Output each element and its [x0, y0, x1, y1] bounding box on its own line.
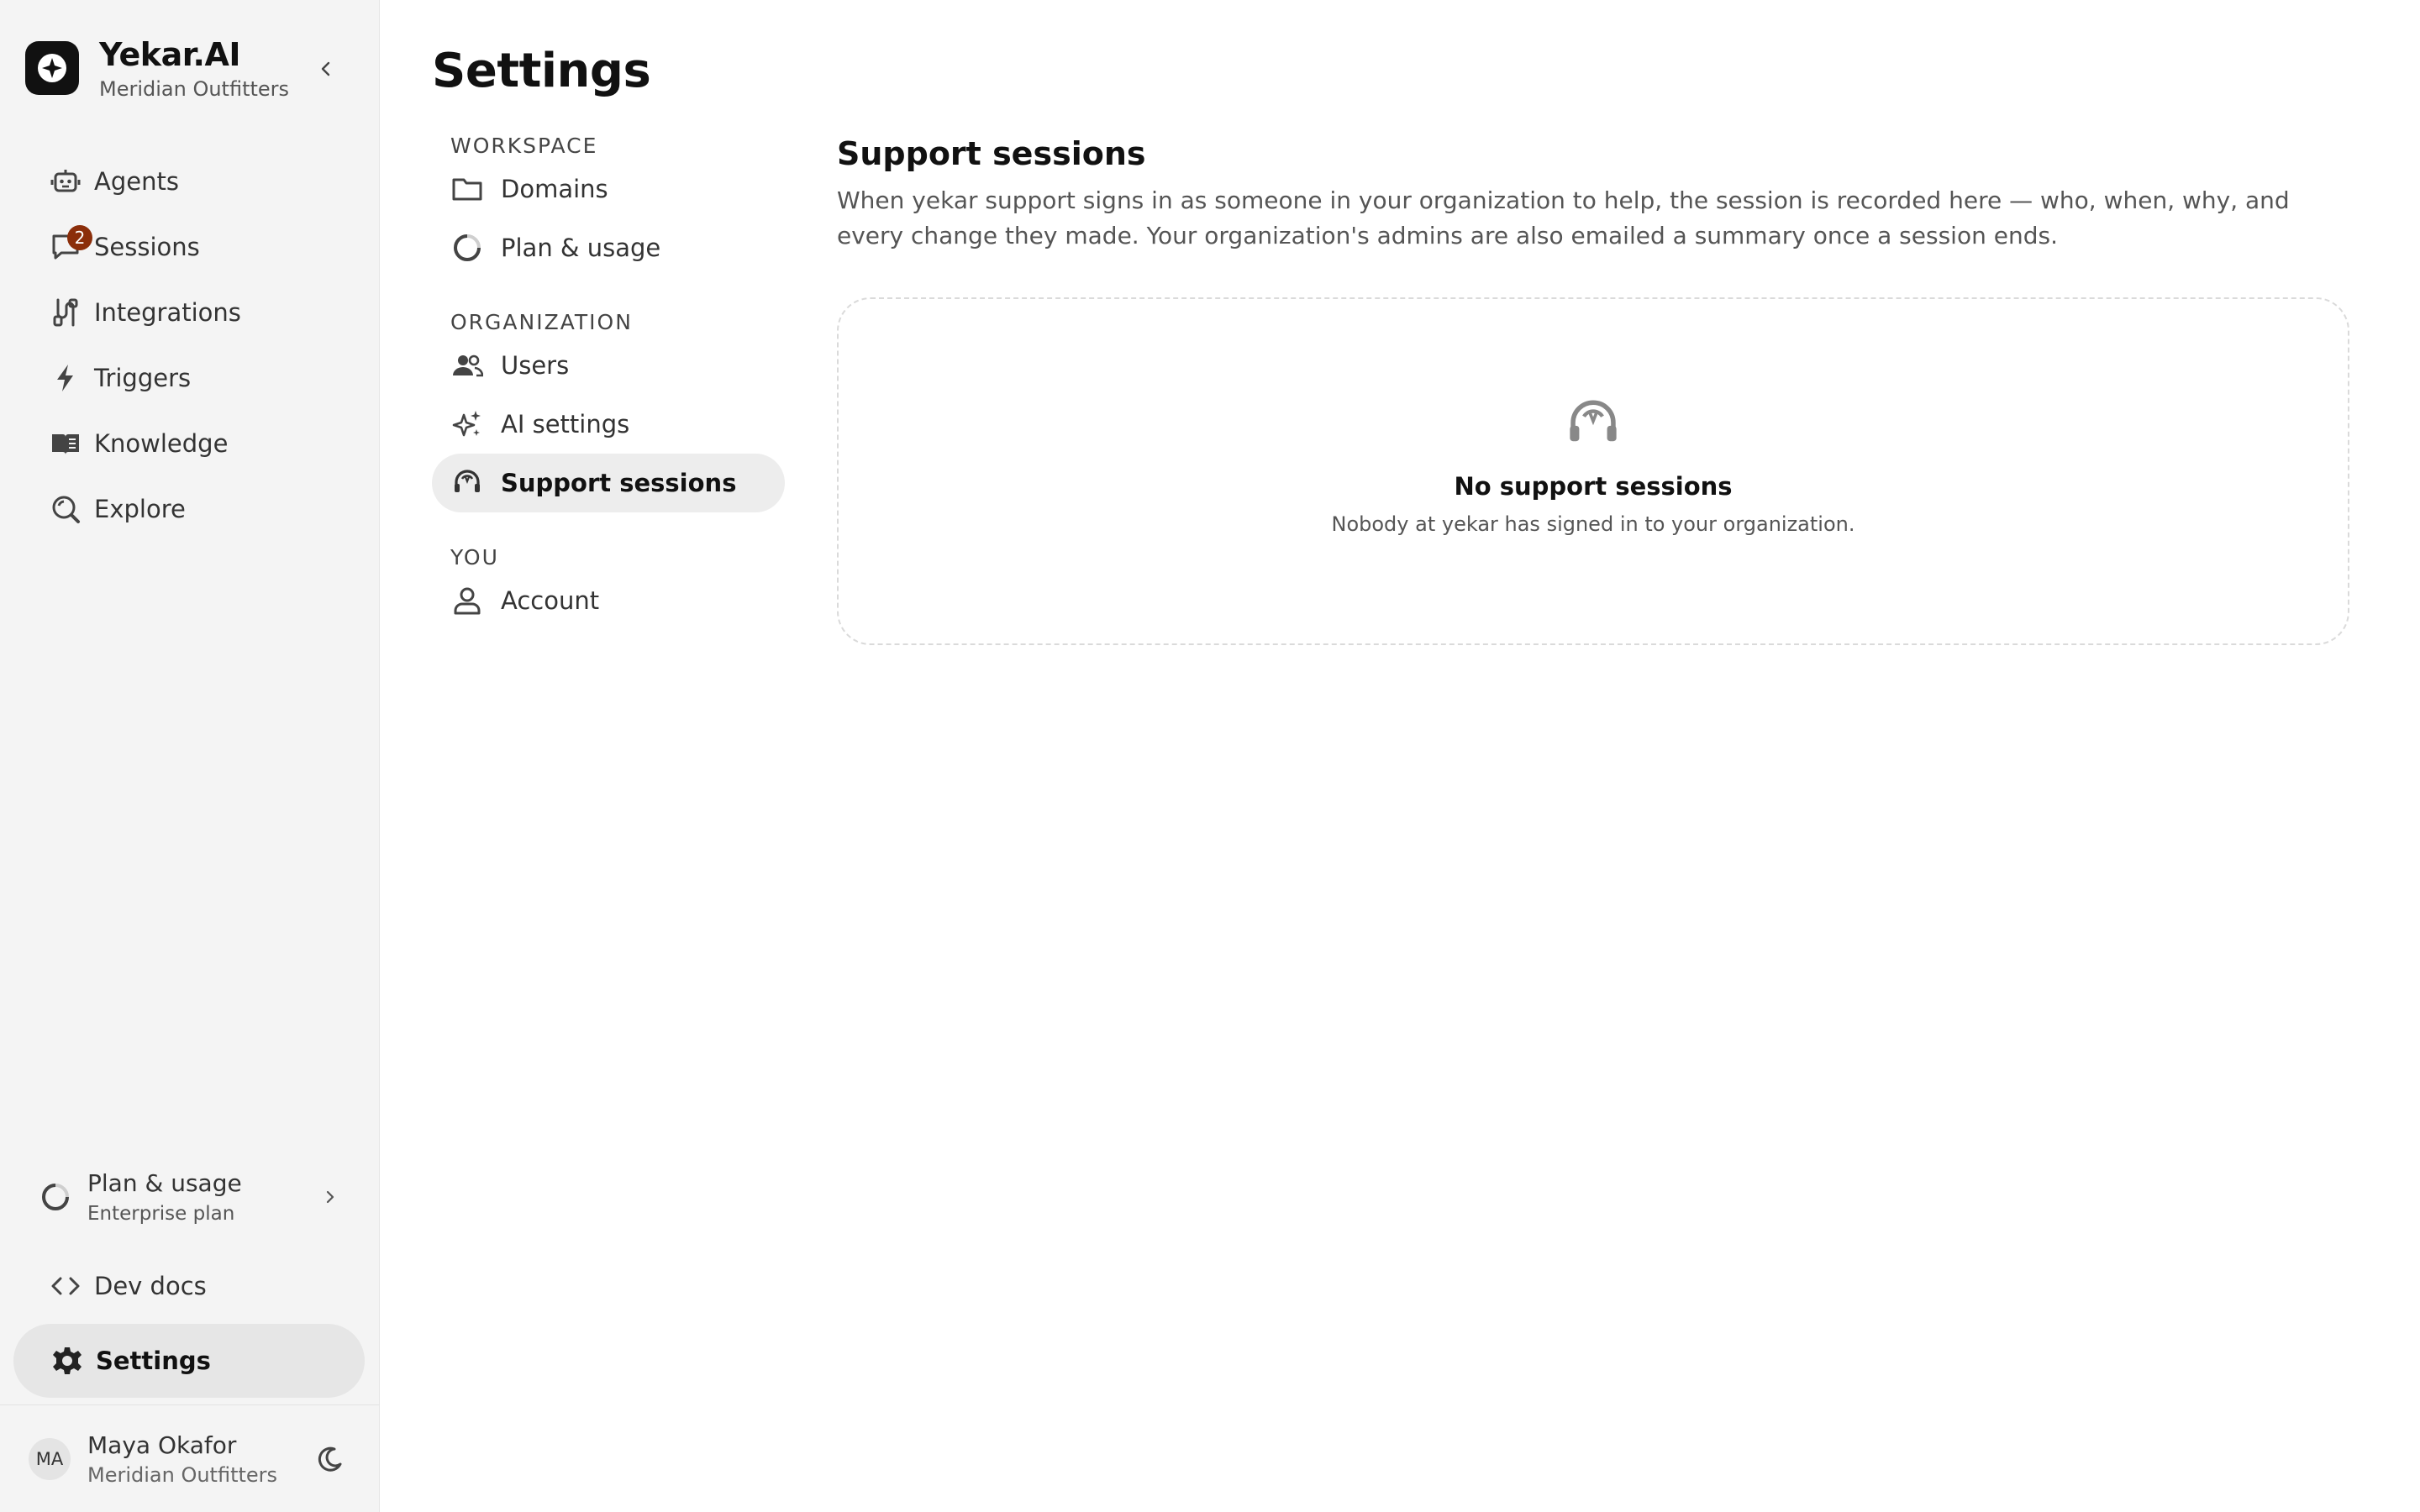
theme-toggle-button[interactable]: [313, 1442, 346, 1476]
plan-title: Plan & usage: [87, 1169, 242, 1197]
sidebar-item-dev-docs[interactable]: Dev docs: [25, 1253, 361, 1319]
section-label-workspace: WORKSPACE: [450, 134, 598, 158]
usage-ring-icon: [450, 231, 484, 265]
avatar: MA: [29, 1437, 71, 1480]
user-profile[interactable]: MA Maya Okafor Meridian Outfitters: [0, 1404, 380, 1512]
usage-ring-icon: [39, 1180, 72, 1214]
person-icon: [450, 584, 484, 617]
sidebar-item-sessions[interactable]: 2 Sessions: [25, 214, 361, 280]
settings-item-ai-settings[interactable]: AI settings: [432, 395, 785, 454]
sparkle-icon: [450, 407, 484, 441]
page-title: Settings: [432, 44, 651, 98]
sidebar-item-label: Dev docs: [94, 1272, 207, 1300]
bolt-icon: [49, 361, 82, 395]
sidebar-item-triggers[interactable]: Triggers: [25, 345, 361, 411]
user-org: Meridian Outfitters: [87, 1462, 278, 1487]
settings-nav: WORKSPACE Domains Plan & usage ORGANIZAT…: [432, 133, 785, 630]
settings-item-domains[interactable]: Domains: [432, 160, 785, 218]
settings-item-label: AI settings: [501, 410, 630, 438]
app-sidebar: Yekar.AI Meridian Outfitters Agents 2 Se…: [0, 0, 380, 1512]
sidebar-item-knowledge[interactable]: Knowledge: [25, 411, 361, 476]
sidebar-item-label: Settings: [96, 1347, 211, 1375]
chevron-left-icon: [321, 61, 330, 76]
empty-state-subtitle: Nobody at yekar has signed in to your or…: [1331, 512, 1855, 536]
settings-item-support-sessions[interactable]: Support sessions: [432, 454, 785, 512]
brand-name: Yekar.AI: [99, 36, 241, 73]
settings-item-plan-usage[interactable]: Plan & usage: [432, 218, 785, 277]
section-label-organization: ORGANIZATION: [450, 310, 633, 334]
user-name: Maya Okafor: [87, 1431, 237, 1459]
main-nav: Agents 2 Sessions Integrations Triggers …: [25, 149, 361, 542]
sidebar-item-agents[interactable]: Agents: [25, 149, 361, 214]
headset-icon: [450, 466, 484, 500]
settings-item-label: Account: [501, 586, 600, 615]
settings-item-account[interactable]: Account: [432, 571, 785, 630]
sidebar-item-settings[interactable]: Settings: [13, 1324, 365, 1398]
chat-icon: 2: [49, 225, 92, 264]
settings-item-label: Domains: [501, 175, 608, 203]
plan-subtitle: Enterprise plan: [87, 1203, 235, 1225]
book-icon: [49, 427, 82, 460]
gear-icon: [50, 1344, 84, 1378]
sidebar-item-label: Triggers: [94, 364, 192, 392]
plan-usage-card[interactable]: Plan & usage Enterprise plan: [25, 1151, 361, 1243]
sidebar-item-integrations[interactable]: Integrations: [25, 280, 361, 345]
sessions-count-badge: 2: [67, 225, 92, 250]
settings-item-label: Users: [501, 351, 570, 380]
users-icon: [450, 349, 484, 382]
section-label-you: YOU: [450, 545, 499, 570]
brand[interactable]: Yekar.AI Meridian Outfitters: [25, 34, 289, 102]
empty-state: No support sessions Nobody at yekar has …: [837, 297, 2349, 645]
chevron-right-icon: [316, 1183, 345, 1211]
brand-logo-icon: [25, 41, 79, 95]
settings-item-label: Plan & usage: [501, 234, 661, 262]
sidebar-item-label: Sessions: [94, 233, 200, 261]
sidebar-item-label: Agents: [94, 167, 179, 196]
sidebar-item-explore[interactable]: Explore: [25, 476, 361, 542]
headset-icon: [1564, 395, 1623, 454]
brand-org: Meridian Outfitters: [99, 77, 290, 101]
settings-item-label: Support sessions: [501, 469, 737, 497]
app-root: Yekar.AI Meridian Outfitters Agents 2 Se…: [0, 0, 2420, 1512]
collapse-sidebar-button[interactable]: [311, 54, 341, 84]
sidebar-item-label: Integrations: [94, 298, 241, 327]
settings-item-users[interactable]: Users: [432, 336, 785, 395]
robot-icon: [49, 165, 82, 198]
section-description: When yekar support signs in as someone i…: [837, 186, 2290, 249]
explore-icon: [49, 492, 82, 526]
code-icon: [49, 1269, 82, 1303]
moon-icon: [318, 1446, 342, 1472]
empty-state-title: No support sessions: [1454, 472, 1733, 501]
sidebar-item-label: Knowledge: [94, 429, 229, 458]
sidebar-item-label: Explore: [94, 495, 186, 523]
plug-icon: [49, 296, 82, 329]
section-title: Support sessions: [837, 135, 1146, 172]
settings-content: Support sessions When yekar support sign…: [837, 133, 2349, 645]
folder-icon: [450, 172, 484, 206]
